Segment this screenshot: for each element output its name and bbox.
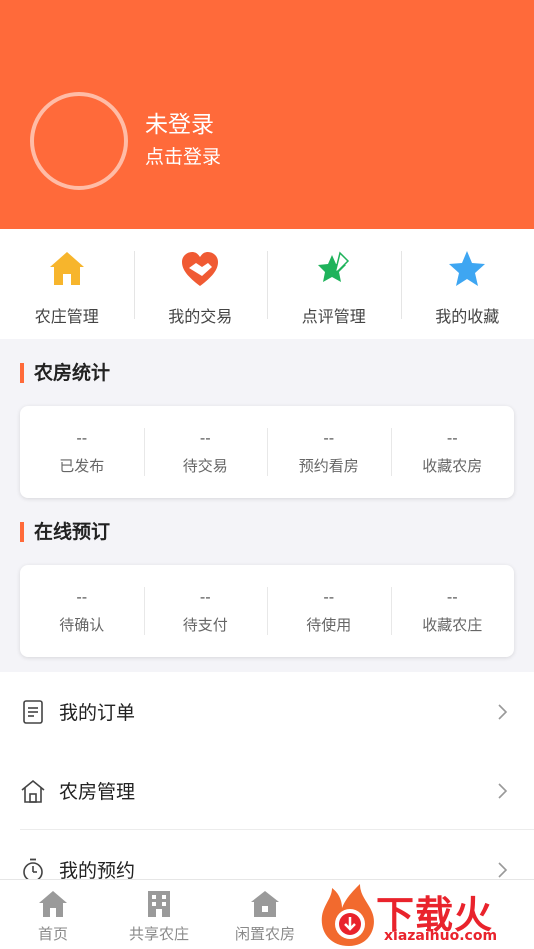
menu-farmhouse-manage[interactable]: 农房管理 (0, 751, 534, 830)
menu-my-orders[interactable]: 我的订单 (0, 672, 534, 751)
online-booking-card: -- 待确认 -- 待支付 -- 待使用 -- 收藏农庄 (20, 565, 514, 657)
house-icon (49, 252, 84, 285)
watermark: 下载火 xiazaihuo.com (318, 880, 534, 949)
login-status: 未登录 (145, 112, 214, 138)
home-icon (39, 891, 67, 917)
cottage-icon (251, 891, 279, 917)
star-pen-icon (317, 251, 349, 282)
tab-idle-farmhouse[interactable]: 闲置农房 (212, 880, 318, 949)
stat-pending-use[interactable]: -- 待使用 (267, 565, 391, 657)
stat-viewing-appointments[interactable]: -- 预约看房 (267, 406, 391, 498)
flame-logo-icon (321, 884, 374, 946)
stat-pending-trade[interactable]: -- 待交易 (143, 406, 268, 498)
quick-actions: 农庄管理 我的交易 点评管理 我的收藏 (0, 229, 534, 339)
farmhouse-stats-title: 农房统计 (20, 363, 110, 383)
quick-my-favorites[interactable]: 我的收藏 (400, 229, 534, 339)
login-link[interactable]: 点击登录 (145, 142, 221, 169)
handshake-heart-icon (182, 252, 219, 286)
stat-favorite-farms[interactable]: -- 收藏农庄 (390, 565, 515, 657)
document-icon (23, 699, 43, 724)
stat-pending-payment[interactable]: -- 待支付 (143, 565, 268, 657)
chevron-right-icon (498, 782, 508, 799)
farmhouse-stats-card: -- 已发布 -- 待交易 -- 预约看房 -- 收藏农房 (20, 406, 514, 498)
quick-review-manage[interactable]: 点评管理 (267, 229, 401, 339)
house-outline-icon (21, 779, 45, 803)
tab-home[interactable]: 首页 (0, 880, 106, 949)
profile-header[interactable]: 未登录 点击登录 (0, 0, 534, 229)
menu-list: 我的订单 农房管理 我的预约 (0, 672, 534, 882)
quick-farm-manage[interactable]: 农庄管理 (0, 229, 134, 339)
chevron-right-icon (498, 861, 508, 878)
online-booking-title: 在线预订 (20, 522, 110, 542)
watermark-url: xiazaihuo.com (384, 928, 498, 944)
stat-pending-confirm[interactable]: -- 待确认 (20, 565, 144, 657)
stat-favorite-farmhouses[interactable]: -- 收藏农房 (390, 406, 515, 498)
stat-published[interactable]: -- 已发布 (20, 406, 144, 498)
quick-my-trade[interactable]: 我的交易 (133, 229, 268, 339)
tab-shared-farm[interactable]: 共享农庄 (106, 880, 212, 949)
star-icon (449, 251, 486, 286)
building-icon (148, 891, 170, 917)
chevron-right-icon (498, 703, 508, 720)
avatar[interactable] (30, 92, 128, 190)
